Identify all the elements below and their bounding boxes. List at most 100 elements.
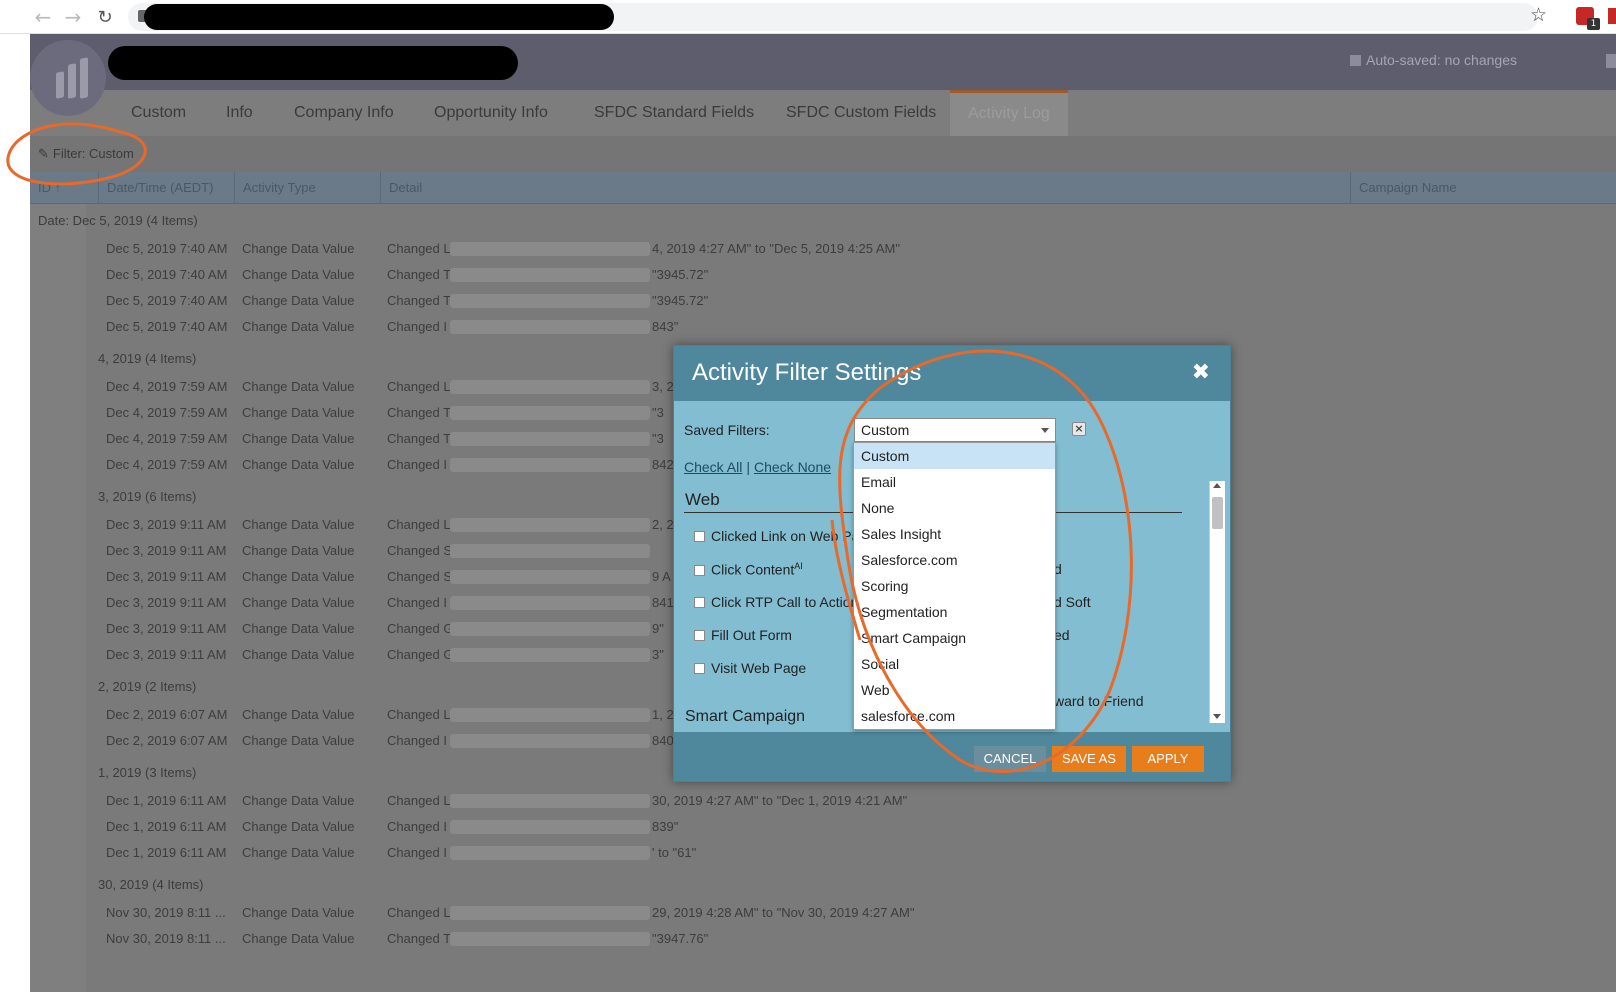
dialog-title: Activity Filter Settings [692, 359, 922, 386]
redacted-detail [450, 544, 650, 558]
checkbox[interactable] [694, 630, 705, 641]
checkbox-label-partial[interactable]: ward to Friend [1054, 693, 1143, 709]
bookmark-star-icon[interactable]: ☆ [1530, 4, 1547, 26]
dropdown-option[interactable]: Web [854, 677, 1055, 703]
checkbox-click-rtp[interactable]: Click RTP Call to Action [694, 594, 858, 610]
table-row[interactable]: Dec 1, 2019 6:11 AM Change Data Value Chan… [30, 788, 1616, 814]
checkbox[interactable] [694, 564, 705, 576]
checkbox-clicked-link[interactable]: Clicked Link on Web Pa [694, 528, 859, 544]
tab-sfdc-standard-fields[interactable]: SFDC Standard Fields [594, 90, 754, 136]
group-row[interactable]: Date: Dec 5, 2019 (4 Items) [30, 207, 1616, 235]
reload-icon[interactable]: ↻ [92, 4, 118, 30]
dropdown-option[interactable]: Sales Insight [854, 521, 1055, 547]
dropdown-option[interactable]: Email [854, 469, 1055, 495]
table-row[interactable]: Dec 5, 2019 7:40 AM Change Data Value Chan… [30, 314, 1616, 340]
scroll-down-icon[interactable] [1213, 714, 1221, 719]
close-icon[interactable]: ✖ [1192, 360, 1210, 385]
tab-opportunity-info[interactable]: Opportunity Info [434, 90, 548, 136]
table-row[interactable]: Dec 5, 2019 7:40 AM Change Data Value Chan… [30, 288, 1616, 314]
redacted-detail [450, 268, 650, 282]
check-links: Check All | Check None [684, 459, 832, 475]
dropdown-option[interactable]: Social [854, 651, 1055, 677]
redacted-detail [450, 906, 650, 920]
check-none-link[interactable]: Check None [754, 459, 831, 475]
extension-icon-partial[interactable] [1608, 8, 1616, 24]
checkbox-label-partial[interactable]: ed [1054, 627, 1070, 643]
redacted-detail [450, 708, 650, 722]
filter-toolbar: ✎ Filter: Custom [30, 136, 1616, 172]
scroll-thumb[interactable] [1212, 497, 1223, 529]
checkbox-fill-out-form[interactable]: Fill Out Form [694, 627, 792, 643]
checkbox[interactable] [694, 531, 705, 542]
dropdown-option[interactable]: None [854, 495, 1055, 521]
cancel-button[interactable]: CANCEL [974, 746, 1046, 772]
redacted-detail [450, 596, 650, 610]
marketo-logo[interactable] [30, 40, 106, 116]
redacted-detail [450, 794, 650, 808]
redacted-detail [450, 648, 650, 662]
column-header-campaign-name[interactable]: Campaign Name [1350, 172, 1616, 204]
tab-info[interactable]: Info [226, 90, 253, 136]
grid-header: ID ↑ Date/Time (AEDT) Activity Type Deta… [30, 172, 1616, 204]
redacted-detail [450, 380, 650, 394]
table-row[interactable]: Dec 1, 2019 6:11 AM Change Data Value Chan… [30, 840, 1616, 866]
dialog-footer: CANCEL SAVE AS APPLY [674, 732, 1230, 781]
saved-filters-select[interactable]: Custom [854, 418, 1056, 442]
tab-sfdc-custom-fields[interactable]: SFDC Custom Fields [786, 90, 936, 136]
dropdown-option[interactable]: Salesforce.com [854, 547, 1055, 573]
checkbox[interactable] [694, 597, 705, 608]
column-header-activity-type[interactable]: Activity Type [234, 172, 380, 204]
table-row[interactable]: Dec 5, 2019 7:40 AM Change Data Value Chan… [30, 236, 1616, 262]
dialog-header: Activity Filter Settings ✖ [674, 346, 1230, 401]
saved-filters-dropdown: Custom Email None Sales Insight Salesfor… [853, 442, 1056, 730]
logo-bars-icon [56, 57, 88, 99]
redacted-detail [450, 242, 650, 256]
saved-filters-label: Saved Filters: [684, 422, 770, 438]
dropdown-option[interactable]: Scoring [854, 573, 1055, 599]
autosave-status: Auto-saved: no changes [1350, 52, 1517, 68]
checkbox-visit-web-page[interactable]: Visit Web Page [694, 660, 806, 676]
dropdown-option[interactable]: Custom [854, 443, 1055, 469]
group-row[interactable]: 30, 2019 (4 Items) [30, 871, 1616, 899]
redacted-detail [450, 734, 650, 748]
column-header-datetime[interactable]: Date/Time (AEDT) [98, 172, 234, 204]
checkbox[interactable] [694, 663, 705, 674]
column-header-detail[interactable]: Detail [380, 172, 1350, 204]
checkbox-label-partial[interactable]: d Soft [1054, 594, 1091, 610]
pencil-icon: ✎ [38, 146, 49, 161]
extension-badge: 1 [1587, 18, 1600, 30]
forward-arrow-icon[interactable]: → [60, 4, 86, 30]
delete-filter-icon[interactable]: × [1072, 422, 1086, 436]
tab-custom[interactable]: Custom [131, 90, 186, 136]
apply-button[interactable]: APPLY [1132, 746, 1204, 772]
save-as-button[interactable]: SAVE AS [1052, 746, 1126, 772]
checkbox-click-content[interactable]: Click ContentAI [694, 561, 803, 578]
save-icon [1350, 55, 1361, 66]
filter-button[interactable]: ✎ Filter: Custom [38, 146, 134, 162]
column-header-id[interactable]: ID ↑ [30, 172, 98, 204]
app-header: Auto-saved: no changes [30, 34, 1616, 90]
redacted-detail [450, 294, 650, 308]
table-row[interactable]: Nov 30, 2019 8:11 ... Change Data Value Ch… [30, 900, 1616, 926]
redacted-detail [450, 846, 650, 860]
dropdown-option[interactable]: salesforce.com [854, 703, 1055, 729]
panel-scrollbar[interactable] [1209, 481, 1225, 723]
redacted-detail [450, 432, 650, 446]
user-icon[interactable] [1606, 54, 1616, 68]
dropdown-option[interactable]: Segmentation [854, 599, 1055, 625]
section-title-web: Web [685, 490, 720, 509]
dropdown-option[interactable]: Smart Campaign [854, 625, 1055, 651]
back-arrow-icon[interactable]: ← [30, 4, 56, 30]
title-redaction [108, 46, 518, 80]
section-title-smart-campaign: Smart Campaign [685, 708, 806, 725]
table-row[interactable]: Nov 30, 2019 8:11 ... Change Data Value Ch… [30, 926, 1616, 952]
table-row[interactable]: Dec 1, 2019 6:11 AM Change Data Value Chan… [30, 814, 1616, 840]
scroll-up-icon[interactable] [1213, 483, 1221, 488]
tab-activity-log[interactable]: Activity Log [950, 90, 1068, 136]
tab-company-info[interactable]: Company Info [294, 90, 394, 136]
table-row[interactable]: Dec 5, 2019 7:40 AM Change Data Value Chan… [30, 262, 1616, 288]
check-all-link[interactable]: Check All [684, 459, 742, 475]
redacted-detail [450, 320, 650, 334]
redacted-detail [450, 458, 650, 472]
redacted-detail [450, 518, 650, 532]
